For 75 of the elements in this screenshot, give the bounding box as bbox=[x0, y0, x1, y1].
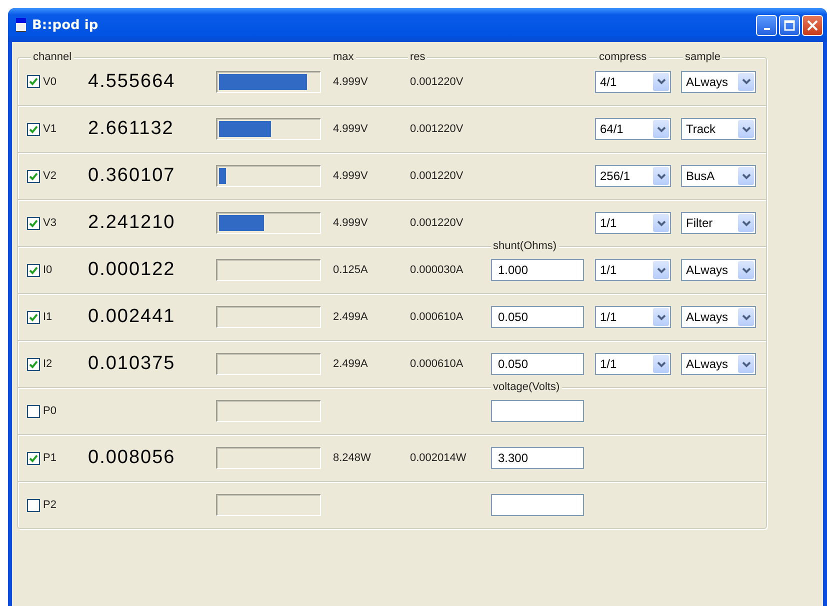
channel-reading: 4.555664 bbox=[88, 70, 176, 92]
channel-label: P2 bbox=[43, 499, 56, 511]
checkbox[interactable] bbox=[27, 264, 40, 276]
dropdown[interactable]: BusA bbox=[681, 165, 756, 187]
dropdown[interactable]: Track bbox=[681, 118, 756, 140]
shunt-field[interactable]: 1.000 bbox=[491, 259, 584, 281]
max-value: 4.999V bbox=[333, 76, 368, 88]
resolution-value: 0.000030A bbox=[410, 264, 464, 276]
dropdown[interactable]: 256/1 bbox=[595, 165, 671, 187]
checkbox[interactable] bbox=[27, 170, 40, 182]
channel-reading: 0.360107 bbox=[88, 165, 176, 187]
checkbox[interactable] bbox=[27, 452, 40, 464]
channel-label: P1 bbox=[43, 452, 56, 464]
channel-reading: 2.241210 bbox=[88, 212, 176, 234]
channel-label: V1 bbox=[43, 123, 56, 135]
maximize-button[interactable] bbox=[779, 14, 800, 36]
resolution-value: 0.001220V bbox=[410, 123, 464, 135]
max-value: 4.999V bbox=[333, 217, 368, 229]
channel-label: P0 bbox=[43, 405, 56, 417]
channel-label: I2 bbox=[43, 358, 52, 370]
checkbox[interactable] bbox=[27, 310, 40, 324]
dropdown[interactable]: 1/1 bbox=[595, 353, 671, 375]
channel-reading: 0.000122 bbox=[88, 259, 176, 281]
voltage-field[interactable] bbox=[491, 400, 584, 422]
checkbox[interactable] bbox=[27, 75, 40, 88]
resolution-value: 0.000610A bbox=[410, 358, 464, 370]
channel-reading: 2.661132 bbox=[88, 118, 174, 140]
shunt-field[interactable]: 0.050 bbox=[491, 306, 584, 328]
dropdown[interactable]: ALways bbox=[681, 259, 756, 281]
window-title: B::pod ip bbox=[32, 18, 100, 32]
minimize-button[interactable] bbox=[756, 14, 777, 36]
channel-label: V3 bbox=[43, 217, 56, 229]
close-icon bbox=[807, 20, 818, 30]
max-value: 2.499A bbox=[333, 358, 368, 370]
resolution-value: 0.001220V bbox=[410, 76, 464, 88]
checkbox[interactable] bbox=[27, 216, 40, 230]
channel-label: V0 bbox=[43, 76, 56, 88]
maximize-icon bbox=[784, 20, 795, 30]
checkbox[interactable] bbox=[27, 498, 40, 512]
resolution-value: 0.002014W bbox=[410, 452, 466, 464]
shunt-field[interactable]: 0.050 bbox=[491, 353, 584, 375]
max-value: 0.125A bbox=[333, 264, 368, 276]
dropdown[interactable]: ALways bbox=[681, 70, 756, 92]
channel-reading: 0.002441 bbox=[88, 306, 176, 328]
max-value: 8.248W bbox=[333, 452, 371, 464]
max-value: 2.499A bbox=[333, 311, 368, 323]
channel-reading: 0.008056 bbox=[88, 447, 176, 469]
dropdown[interactable]: ALways bbox=[681, 306, 756, 328]
channel-reading: 0.010375 bbox=[88, 353, 176, 375]
channel-label: V2 bbox=[43, 170, 56, 182]
column-header: sample bbox=[683, 50, 722, 64]
dropdown[interactable]: 1/1 bbox=[595, 259, 671, 281]
dropdown[interactable]: ALways bbox=[681, 353, 756, 375]
section-label: shunt(Ohms) bbox=[491, 239, 559, 253]
resolution-value: 0.001220V bbox=[410, 217, 464, 229]
section-label: voltage(Volts) bbox=[491, 380, 562, 394]
checkbox[interactable] bbox=[27, 404, 40, 418]
minimize-icon bbox=[764, 28, 770, 30]
dropdown[interactable]: 1/1 bbox=[595, 306, 671, 328]
resolution-value: 0.000610A bbox=[410, 311, 464, 323]
channel-label: I1 bbox=[43, 311, 52, 323]
dropdown[interactable]: 1/1 bbox=[595, 212, 671, 234]
dropdown[interactable]: 64/1 bbox=[595, 118, 671, 140]
channel-label: I0 bbox=[43, 264, 52, 276]
close-button[interactable] bbox=[802, 14, 823, 36]
window-icon bbox=[16, 18, 26, 32]
dropdown[interactable]: Filter bbox=[681, 212, 756, 234]
resolution-value: 0.001220V bbox=[410, 170, 464, 182]
voltage-field[interactable]: 3.300 bbox=[491, 447, 584, 469]
dropdown[interactable]: 4/1 bbox=[595, 70, 671, 92]
checkbox[interactable] bbox=[27, 122, 40, 136]
max-value: 4.999V bbox=[333, 123, 368, 135]
checkbox[interactable] bbox=[27, 358, 40, 370]
max-value: 4.999V bbox=[333, 170, 368, 182]
voltage-field[interactable] bbox=[491, 494, 584, 516]
